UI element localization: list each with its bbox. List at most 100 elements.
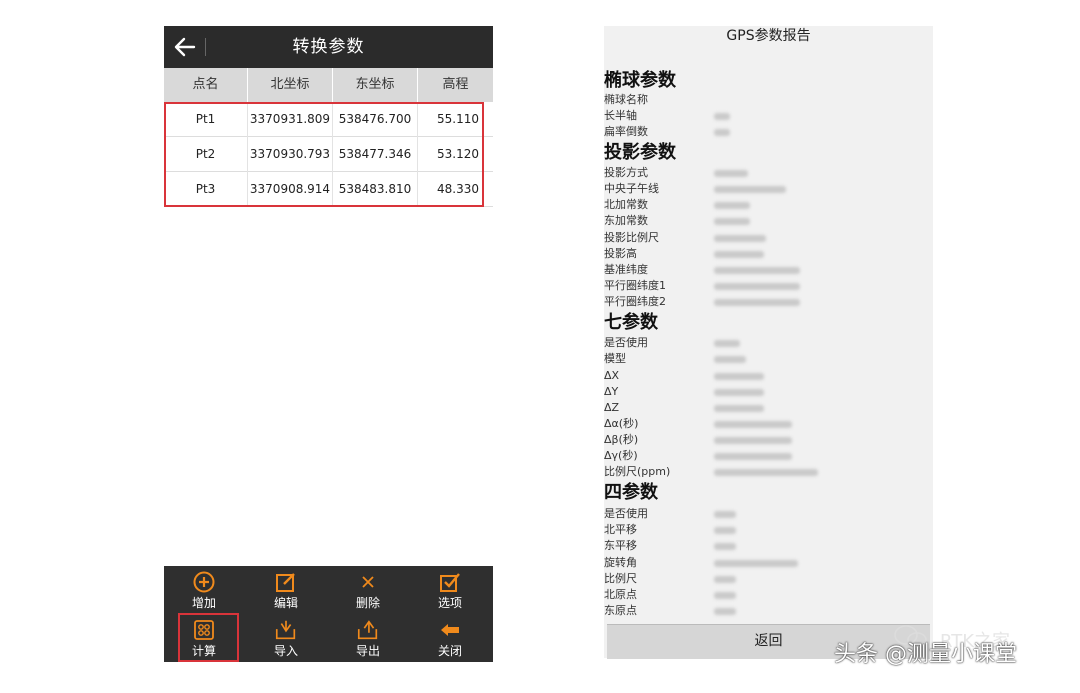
blurred-value [714, 113, 730, 120]
delete-label: 删除 [355, 596, 380, 610]
blurred-value [714, 356, 746, 363]
report-label: 投影高 [604, 247, 637, 260]
blurred-value [714, 373, 764, 380]
delete-x-icon [356, 571, 380, 593]
blurred-value [714, 437, 792, 444]
cell-east: 538476.700 [333, 102, 418, 137]
arrow-left-icon [438, 619, 462, 641]
table-header: 点名 北坐标 东坐标 高程 [164, 68, 493, 102]
report-label: 椭球名称 [604, 93, 648, 106]
column-header-elevation[interactable]: 高程 [418, 68, 493, 102]
blurred-value [714, 469, 818, 476]
report-label: ΔX [604, 369, 620, 382]
options-button[interactable]: 选项 [410, 566, 490, 614]
cell-north: 3370908.914 [248, 172, 333, 207]
calculate-button[interactable]: 计算 [164, 614, 244, 662]
blurred-value [714, 218, 750, 225]
point-table: Pt1 3370931.809 538476.700 55.110 Pt2 33… [164, 102, 493, 208]
report-label: 投影方式 [604, 166, 648, 179]
edit-button[interactable]: 编辑 [246, 566, 326, 614]
cell-elevation: 48.330 [437, 182, 479, 196]
report-label: 比例尺 [604, 572, 637, 585]
report-label: 是否使用 [604, 336, 648, 349]
cell-elevation: 53.120 [437, 147, 479, 161]
blurred-value [714, 527, 736, 534]
column-header-north[interactable]: 北坐标 [248, 68, 333, 102]
cell-east: 538483.810 [333, 172, 418, 207]
column-header-east[interactable]: 东坐标 [333, 68, 418, 102]
cell-elevation: 55.110 [437, 112, 479, 126]
table-row[interactable]: Pt1 3370931.809 538476.700 55.110 [164, 102, 493, 137]
report-label: 东加常数 [604, 214, 648, 227]
blurred-value [714, 170, 748, 177]
report-label: Δα(秒) [604, 417, 639, 430]
calculate-label: 计算 [191, 644, 216, 658]
delete-button[interactable]: 删除 [328, 566, 408, 614]
add-circle-icon [192, 571, 216, 593]
report-label: 比例尺(ppm) [604, 465, 671, 478]
export-icon [356, 619, 380, 641]
report-label: 北加常数 [604, 198, 648, 211]
blurred-value [714, 129, 730, 136]
blurred-value [714, 405, 764, 412]
blurred-value [714, 235, 766, 242]
cell-north: 3370930.793 [248, 137, 333, 172]
blurred-value [714, 283, 800, 290]
close-button[interactable]: 关闭 [410, 614, 490, 662]
report-label: 长半轴 [604, 109, 637, 122]
table-row[interactable]: Pt2 3370930.793 538477.346 53.120 [164, 137, 493, 172]
cell-point-name: Pt1 [164, 102, 248, 137]
report-label: 旋转角 [604, 556, 637, 569]
edit-label: 编辑 [273, 596, 298, 610]
report-label: 平行圈纬度2 [604, 295, 666, 308]
import-icon [274, 619, 298, 641]
import-label: 导入 [273, 644, 298, 658]
blurred-value [714, 186, 786, 193]
cell-east: 538477.346 [333, 137, 418, 172]
report-label: Δβ(秒) [604, 433, 639, 446]
import-button[interactable]: 导入 [246, 614, 326, 662]
close-label: 关闭 [437, 644, 462, 658]
report-label: 北原点 [604, 588, 637, 601]
blurred-value [714, 453, 792, 460]
blurred-value [714, 592, 736, 599]
bottom-toolbar: 增加 编辑 删除 选项 计算 导入 导出 关闭 [164, 566, 493, 662]
options-label: 选项 [437, 596, 462, 610]
cell-point-name: Pt2 [164, 137, 248, 172]
blurred-value [714, 560, 798, 567]
report-label: 东平移 [604, 539, 637, 552]
page-title: 转换参数 [292, 37, 365, 57]
section-heading-seven-params: 七参数 [604, 312, 658, 333]
report-label: ΔY [604, 385, 619, 398]
column-header-point-name[interactable]: 点名 [164, 68, 248, 102]
cell-point-name: Pt3 [164, 172, 248, 207]
report-label: 扁率倒数 [604, 125, 648, 138]
table-row[interactable]: Pt3 3370908.914 538483.810 48.330 [164, 172, 493, 207]
blurred-value [714, 267, 800, 274]
blurred-value [714, 543, 736, 550]
blurred-value [714, 576, 736, 583]
export-button[interactable]: 导出 [328, 614, 408, 662]
report-label: 北平移 [604, 523, 637, 536]
blurred-value [714, 608, 736, 615]
blurred-value [714, 202, 750, 209]
edit-icon [274, 571, 298, 593]
report-title: GPS参数报告 [726, 28, 811, 44]
blurred-value [714, 511, 736, 518]
report-label: Δγ(秒) [604, 449, 638, 462]
blurred-value [714, 389, 764, 396]
report-label: 是否使用 [604, 507, 648, 520]
calculator-icon [192, 619, 216, 641]
gps-parameter-report: GPS参数报告 椭球参数 椭球名称 长半轴 扁率倒数 投影参数 投影方式 中央子… [604, 26, 933, 659]
section-heading-four-params: 四参数 [604, 482, 658, 503]
cell-north: 3370931.809 [248, 102, 333, 137]
report-label: 投影比例尺 [604, 231, 659, 244]
blurred-value [714, 299, 800, 306]
report-label: 基准纬度 [604, 263, 648, 276]
left-header-bar: 转换参数 [164, 26, 493, 68]
watermark-text: 头条 @测量小课堂 [834, 642, 1017, 667]
blurred-value [714, 421, 792, 428]
add-button[interactable]: 增加 [164, 566, 244, 614]
report-label: 平行圈纬度1 [604, 279, 666, 292]
report-label: ΔZ [604, 401, 620, 414]
